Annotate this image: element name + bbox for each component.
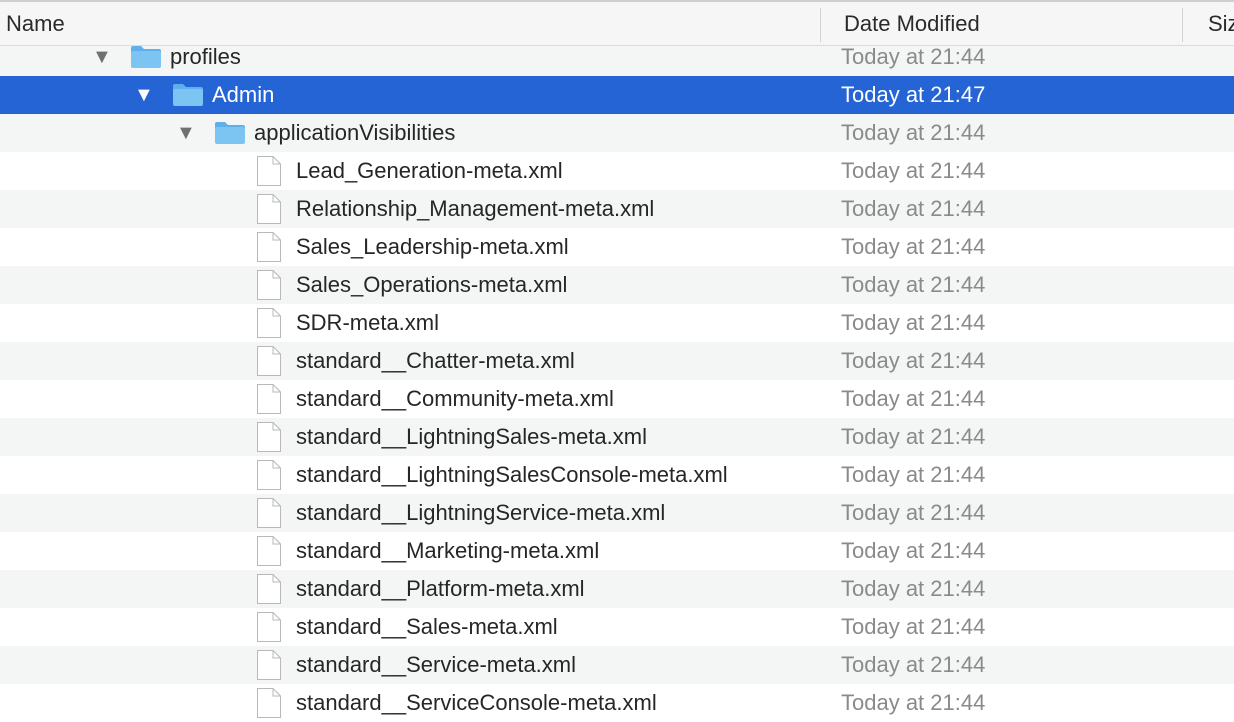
document-icon (256, 684, 282, 722)
column-header-bar: Name Date Modified Siz (0, 0, 1234, 46)
item-name: standard__LightningSales-meta.xml (296, 424, 647, 449)
column-header-date-modified[interactable]: Date Modified (844, 2, 1174, 46)
file-row[interactable]: standard__LightningSales-meta.xml Today a… (0, 418, 1234, 456)
item-name: Sales_Leadership-meta.xml (296, 234, 569, 259)
item-name: standard__LightningSalesConsole-meta.xml (296, 462, 728, 487)
folder-icon (172, 76, 204, 114)
file-row[interactable]: SDR-meta.xml Today at 21:44 (0, 304, 1234, 342)
item-name: standard__Sales-meta.xml (296, 614, 558, 639)
file-row[interactable]: Relationship_Management-meta.xml Today at… (0, 190, 1234, 228)
item-name: standard__Chatter-meta.xml (296, 348, 575, 373)
file-row[interactable]: standard__Sales-meta.xml Today at 21:44 (0, 608, 1234, 646)
item-date-modified: Today at 21:44 (841, 310, 986, 335)
item-name: standard__Marketing-meta.xml (296, 538, 600, 563)
item-date-modified: Today at 21:44 (841, 386, 986, 411)
item-date-modified: Today at 21:44 (841, 196, 986, 221)
item-date-modified: Today at 21:47 (841, 82, 986, 107)
file-row[interactable]: standard__Community-meta.xml Today at 21:… (0, 380, 1234, 418)
document-icon (256, 304, 282, 342)
item-date-modified: Today at 21:44 (841, 272, 986, 297)
column-divider[interactable] (820, 8, 821, 42)
column-header-size[interactable]: Siz (1208, 2, 1234, 46)
file-row[interactable]: Lead_Generation-meta.xml Today at 21:44 (0, 152, 1234, 190)
document-icon (256, 380, 282, 418)
item-date-modified: Today at 21:44 (841, 120, 986, 145)
file-row[interactable]: standard__Service-meta.xml Today at 21:44 (0, 646, 1234, 684)
document-icon (256, 494, 282, 532)
item-date-modified: Today at 21:44 (841, 652, 986, 677)
item-date-modified: Today at 21:44 (841, 500, 986, 525)
document-icon (256, 152, 282, 190)
file-row[interactable]: standard__Chatter-meta.xml Today at 21:44 (0, 342, 1234, 380)
document-icon (256, 646, 282, 684)
item-name: standard__Platform-meta.xml (296, 576, 585, 601)
item-name: applicationVisibilities (254, 120, 456, 145)
document-icon (256, 608, 282, 646)
file-row[interactable]: standard__Marketing-meta.xml Today at 21:… (0, 532, 1234, 570)
item-name: Lead_Generation-meta.xml (296, 158, 563, 183)
folder-row[interactable]: ▼ Admin Today at 21:47 (0, 76, 1234, 114)
item-name: standard__Service-meta.xml (296, 652, 577, 677)
item-date-modified: Today at 21:44 (841, 690, 986, 715)
file-row[interactable]: standard__LightningService-meta.xml Today… (0, 494, 1234, 532)
document-icon (256, 418, 282, 456)
finder-list-view: ▼ profiles Today at 21:44 ▼ Admin Today at 21… (0, 0, 1234, 722)
item-name: Relationship_Management-meta.xml (296, 196, 655, 221)
disclosure-triangle-icon[interactable]: ▼ (176, 114, 196, 152)
file-row[interactable]: standard__ServiceConsole-meta.xml Today a… (0, 684, 1234, 722)
item-name: SDR-meta.xml (296, 310, 440, 335)
document-icon (256, 228, 282, 266)
document-icon (256, 190, 282, 228)
disclosure-triangle-icon[interactable]: ▼ (134, 76, 154, 114)
item-date-modified: Today at 21:44 (841, 424, 986, 449)
file-list: ▼ profiles Today at 21:44 ▼ Admin Today at 21… (0, 38, 1234, 722)
document-icon (256, 342, 282, 380)
item-name: standard__Community-meta.xml (296, 386, 614, 411)
item-date-modified: Today at 21:44 (841, 348, 986, 373)
column-header-name[interactable]: Name (6, 2, 816, 46)
item-date-modified: Today at 21:44 (841, 158, 986, 183)
item-name: Sales_Operations-meta.xml (296, 272, 568, 297)
document-icon (256, 570, 282, 608)
item-name: Admin (212, 82, 275, 107)
document-icon (256, 532, 282, 570)
item-date-modified: Today at 21:44 (841, 462, 986, 487)
item-date-modified: Today at 21:44 (841, 614, 986, 639)
file-row[interactable]: standard__Platform-meta.xml Today at 21:4… (0, 570, 1234, 608)
column-divider[interactable] (1182, 8, 1183, 42)
file-row[interactable]: Sales_Leadership-meta.xml Today at 21:44 (0, 228, 1234, 266)
folder-row[interactable]: ▼ applicationVisibilities Today at 21:44 (0, 114, 1234, 152)
item-date-modified: Today at 21:44 (841, 538, 986, 563)
item-date-modified: Today at 21:44 (841, 234, 986, 259)
file-row[interactable]: Sales_Operations-meta.xml Today at 21:44 (0, 266, 1234, 304)
item-name: standard__LightningService-meta.xml (296, 500, 666, 525)
document-icon (256, 266, 282, 304)
item-date-modified: Today at 21:44 (841, 576, 986, 601)
document-icon (256, 456, 282, 494)
file-row[interactable]: standard__LightningSalesConsole-meta.xml… (0, 456, 1234, 494)
item-name: standard__ServiceConsole-meta.xml (296, 690, 657, 715)
folder-icon (214, 114, 246, 152)
